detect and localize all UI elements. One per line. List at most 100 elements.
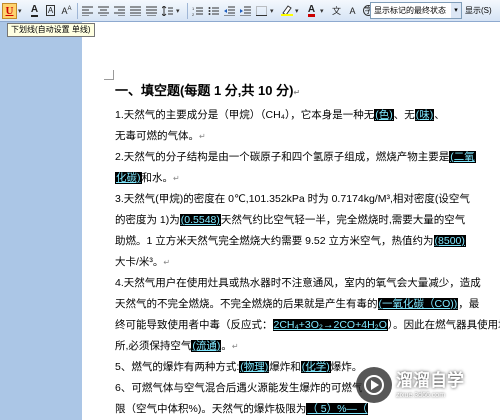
document-line: 2.天然气的分子结构是由一个碳原子和四个氢原子组成，燃烧产物主要是(二氧 bbox=[115, 147, 500, 168]
line-text: 无毒可燃的气体。 bbox=[115, 130, 199, 142]
heading-text: 一、填空题(每题 1 分,共 10 分) bbox=[115, 83, 294, 98]
asian-layout-button[interactable]: 文 bbox=[329, 3, 344, 19]
watermark-text: 溜溜自学 bbox=[396, 370, 464, 390]
bullets-button[interactable] bbox=[206, 3, 221, 19]
document-line: 3.天然气(甲烷)的密度在 0℃,101.352kPa 时为 0.7174kg/… bbox=[115, 189, 500, 210]
border-icon bbox=[256, 5, 267, 16]
highlighted-answer: (色) bbox=[374, 109, 394, 121]
highlighted-answer: 2CH₄+3O₂→2CO+4H₂O bbox=[272, 319, 388, 331]
highlighted-answer: (8500) bbox=[433, 235, 466, 247]
align-right-icon bbox=[114, 6, 125, 16]
highlighted-answer: (0.5548) bbox=[179, 214, 221, 226]
line-text: 1.天然气的主要成分是（甲烷）（CH₄），它本身是一种无 bbox=[115, 109, 375, 121]
align-center-button[interactable] bbox=[96, 3, 111, 19]
document-line: 大卡/米³。↵ bbox=[115, 252, 500, 273]
font-color-a-icon: A bbox=[30, 3, 39, 17]
review-display-select[interactable]: 显示标记的最终状态 ▾ bbox=[370, 2, 462, 19]
document-line: 无毒可燃的气体。↵ bbox=[115, 126, 500, 147]
document-line: 终可能导致使用者中毒（反应式：2CH₄+3O₂→2CO+4H₂O）。因此在燃气器… bbox=[115, 315, 500, 336]
line-text: ，最 bbox=[458, 298, 480, 310]
review-display-value: 显示标记的最终状态 bbox=[374, 6, 446, 15]
line-text: 大卡/米³。 bbox=[115, 256, 164, 268]
line-spacing-button[interactable] bbox=[160, 3, 175, 19]
line-text: 爆炸和 bbox=[269, 361, 301, 373]
document-line: 天然气的不完全燃烧。不完全燃烧的后果就是产生有毒的(一氧化碳（CO))，最 bbox=[115, 294, 500, 315]
line-text: 2.天然气的分子结构是由一个碳原子和四个氢原子组成，燃烧产物主要是 bbox=[115, 151, 450, 163]
increase-indent-icon bbox=[240, 6, 251, 16]
underline-icon: U bbox=[5, 4, 14, 17]
document-line: 4.天然气用户在使用灶具或热水器时不注意通风，室内的氧气会大量减少，造成 bbox=[115, 273, 500, 294]
font-color-icon: A bbox=[307, 3, 316, 17]
toolbar-separator bbox=[187, 2, 188, 19]
justify-button[interactable] bbox=[128, 3, 143, 19]
numbering-button[interactable]: 12 bbox=[190, 3, 205, 19]
line-text: 、无 bbox=[393, 109, 415, 121]
pinyin-button[interactable]: A bbox=[345, 3, 360, 19]
char-border-button[interactable]: A bbox=[43, 3, 58, 19]
line-text: 、 bbox=[434, 109, 445, 121]
highlighted-answer: (一氧化碳（CO)) bbox=[377, 298, 459, 310]
highlight-icon bbox=[280, 5, 293, 16]
paragraph-mark-icon: ↵ bbox=[293, 88, 301, 97]
underline-dropdown-arrow[interactable]: ▾ bbox=[18, 7, 25, 15]
chevron-down-icon: ▾ bbox=[451, 3, 461, 18]
border-button[interactable] bbox=[254, 3, 269, 19]
font-color-button[interactable]: A bbox=[27, 3, 42, 19]
distributed-icon bbox=[146, 6, 157, 16]
numbering-icon: 12 bbox=[192, 6, 203, 16]
char-scale-button[interactable]: AA bbox=[59, 3, 74, 19]
highlighted-answer: (化学) bbox=[300, 361, 331, 373]
align-left-button[interactable] bbox=[80, 3, 95, 19]
border-dropdown-arrow[interactable]: ▾ bbox=[270, 7, 277, 15]
line-spacing-icon bbox=[162, 5, 173, 16]
char-scale-icon: AA bbox=[61, 5, 72, 16]
document-line: 所,必须保持空气(流通)。↵ bbox=[115, 336, 500, 357]
margin-corner-mark bbox=[104, 70, 114, 80]
bullets-icon bbox=[208, 6, 219, 15]
play-logo-icon bbox=[356, 367, 392, 403]
formatting-toolbar: U ▾ A A AA ▾ 12 ▾ ▾ A ▾ 文 A 字 » 显示标记的最终状… bbox=[0, 0, 500, 22]
line-text: 所,必须保持空气 bbox=[115, 340, 192, 352]
line-text: 3.天然气(甲烷)的密度在 0℃,101.352kPa 时为 0.7174kg/… bbox=[115, 193, 470, 205]
toolbar-separator bbox=[77, 2, 78, 19]
line-text: 限（空气中体积%)。天然气的爆炸极限为 bbox=[115, 403, 307, 415]
distributed-button[interactable] bbox=[144, 3, 159, 19]
highlighted-answer: (味) bbox=[414, 109, 435, 121]
highlighted-answer: (流通) bbox=[191, 340, 222, 352]
char-border-icon: A bbox=[45, 5, 56, 16]
watermark: 溜溜自学 zixue.3d66.com bbox=[356, 360, 500, 410]
show-markup-button[interactable]: 显示(S) bbox=[465, 2, 492, 19]
underline-button[interactable]: U bbox=[2, 2, 17, 19]
line-text: 天然气约比空气轻一半，完全燃烧时,需要大量的空气 bbox=[220, 214, 466, 226]
font-color-button-2[interactable]: A bbox=[304, 3, 319, 19]
justify-icon bbox=[130, 6, 141, 16]
document-line: 化碳)和水。↵ bbox=[115, 168, 500, 189]
decrease-indent-button[interactable] bbox=[222, 3, 237, 19]
highlight-button[interactable] bbox=[279, 3, 294, 19]
line-text: 。 bbox=[221, 340, 232, 352]
line-text: 的密度为 1)为 bbox=[115, 214, 180, 226]
line-text: 和水。 bbox=[141, 172, 174, 184]
section-heading: 一、填空题(每题 1 分,共 10 分)↵ bbox=[115, 80, 500, 104]
asian-layout-icon: 文 bbox=[331, 6, 341, 16]
paragraph-mark-icon: ↵ bbox=[173, 174, 180, 183]
align-right-button[interactable] bbox=[112, 3, 127, 19]
line-text: 天然气的不完全燃烧。不完全燃烧的后果就是产生有毒的 bbox=[115, 298, 378, 310]
align-center-icon bbox=[98, 6, 109, 16]
highlighted-answer: (物理) bbox=[239, 361, 270, 373]
paragraph-mark-icon: ↵ bbox=[163, 258, 171, 267]
font-color-dropdown-arrow[interactable]: ▾ bbox=[320, 7, 327, 15]
paragraph-mark-icon: ↵ bbox=[199, 132, 206, 141]
watermark-url: zixue.3d66.com bbox=[396, 391, 446, 399]
highlighted-answer: (二氧 bbox=[449, 151, 476, 163]
document-line: 1.天然气的主要成分是（甲烷）（CH₄），它本身是一种无(色)、无(味)、 bbox=[115, 105, 500, 126]
highlight-dropdown-arrow[interactable]: ▾ bbox=[295, 7, 302, 15]
document-line: 的密度为 1)为(0.5548)天然气约比空气轻一半，完全燃烧时,需要大量的空气 bbox=[115, 210, 500, 231]
line-text: 5、燃气的爆炸有两种方式: bbox=[115, 361, 240, 373]
decrease-indent-icon bbox=[224, 6, 235, 16]
increase-indent-button[interactable] bbox=[238, 3, 253, 19]
document-line: 助燃。1 立方米天然气完全燃烧大约需要 9.52 立方米空气，热值约为(8500… bbox=[115, 231, 500, 252]
show-markup-label: 显示(S) bbox=[465, 6, 492, 15]
line-spacing-dropdown-arrow[interactable]: ▾ bbox=[176, 7, 183, 15]
pinyin-icon: A bbox=[349, 5, 356, 16]
